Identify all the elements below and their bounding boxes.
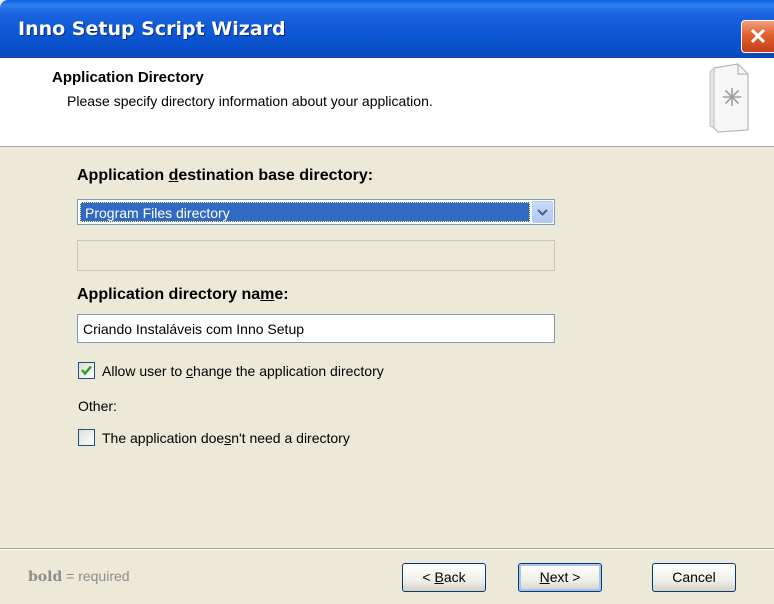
back-button[interactable]: < Back bbox=[402, 563, 486, 592]
next-button[interactable]: Next > bbox=[518, 563, 602, 592]
window-title: Inno Setup Script Wizard bbox=[18, 18, 286, 40]
wizard-page-icon bbox=[709, 63, 749, 133]
wizard-window: Inno Setup Script Wizard ✕ Application D… bbox=[0, 0, 774, 604]
close-button[interactable]: ✕ bbox=[741, 20, 774, 53]
directory-name-input[interactable] bbox=[77, 314, 555, 343]
footer-divider bbox=[0, 548, 774, 550]
required-legend: bold = required bbox=[28, 568, 130, 585]
allow-change-checkbox[interactable] bbox=[78, 362, 95, 379]
page-title: Application Directory bbox=[52, 69, 204, 86]
wizard-header: Application Directory Please specify dir… bbox=[0, 58, 774, 147]
cancel-button[interactable]: Cancel bbox=[652, 563, 736, 592]
base-directory-dropdown[interactable]: Program Files directory bbox=[77, 199, 555, 225]
directory-name-label: Application directory name: bbox=[77, 286, 289, 303]
chevron-down-icon bbox=[537, 209, 548, 216]
base-directory-label: Application destination base directory: bbox=[77, 167, 374, 184]
title-bar[interactable]: Inno Setup Script Wizard ✕ bbox=[0, 0, 774, 58]
dropdown-arrow-button[interactable] bbox=[532, 201, 553, 223]
base-directory-selected-value: Program Files directory bbox=[80, 202, 530, 222]
allow-change-label[interactable]: Allow user to change the application dir… bbox=[102, 363, 384, 379]
close-icon: ✕ bbox=[748, 24, 768, 49]
other-label: Other: bbox=[78, 398, 117, 414]
custom-base-directory-field bbox=[77, 240, 555, 271]
checkmark-icon bbox=[81, 365, 92, 376]
page-subtitle: Please specify directory information abo… bbox=[67, 93, 433, 109]
no-directory-label[interactable]: The application doesn't need a directory bbox=[102, 430, 350, 446]
no-directory-checkbox[interactable] bbox=[78, 429, 95, 446]
